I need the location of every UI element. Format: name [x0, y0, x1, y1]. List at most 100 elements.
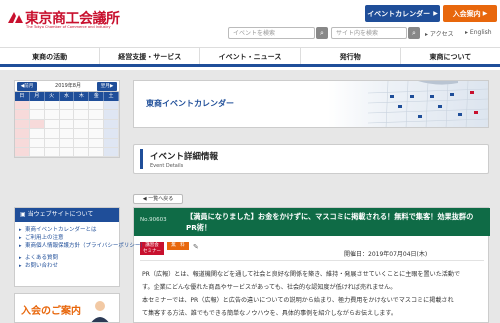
calendar-day[interactable]: [29, 138, 45, 148]
event-description: PR（広報）とは、報道機関などを通して社会と良好な関係を築き、維持・発展させてい…: [142, 268, 486, 320]
calendar-day[interactable]: [74, 101, 90, 111]
calendar-day[interactable]: [59, 147, 75, 158]
calendar-day[interactable]: [29, 147, 45, 158]
back-to-list-button[interactable]: ◀ 一覧へ戻る: [133, 194, 183, 204]
calendar-day[interactable]: [89, 119, 105, 130]
calendar-photo-image: [328, 81, 488, 127]
nav-item-activities[interactable]: 東商の活動: [0, 48, 101, 64]
calendar-day[interactable]: [44, 110, 60, 120]
calendar-prev-label: 前月: [24, 84, 34, 89]
calendar-day[interactable]: [74, 110, 90, 120]
calendar-next-button[interactable]: 翌月▶: [97, 82, 117, 91]
calendar-day[interactable]: [59, 129, 75, 139]
calendar-day[interactable]: [29, 101, 45, 111]
event-title: 【満員になりました】お金をかけずに、マスコミに掲載される！無料で集客！効果抜群の…: [186, 212, 474, 232]
sidebar-link-faq[interactable]: よくある質問: [19, 254, 115, 262]
sidebar-link-about-calendar[interactable]: 東商イベントカレンダーとは: [19, 226, 115, 234]
event-detail: No.90603 【満員になりました】お金をかけずに、マスコミに掲載される！無料…: [133, 207, 490, 323]
calendar-day[interactable]: [74, 119, 90, 130]
calendar-day[interactable]: [89, 138, 105, 148]
event-description-line: す。企業にどんな優れた商品やサービスがあっても、社会的な認知度が低ければ売れませ…: [142, 284, 397, 291]
calendar-day[interactable]: [44, 129, 60, 139]
event-search-input[interactable]: イベントを検索: [228, 27, 315, 39]
sidebar-link-terms[interactable]: ご利用上の注意: [19, 234, 115, 242]
bookmark-icon[interactable]: ✎: [193, 243, 199, 251]
person-icon: [91, 301, 109, 322]
calendar-day[interactable]: [59, 138, 75, 148]
calendar-day[interactable]: [29, 129, 45, 139]
tag-free: 無 料: [167, 242, 189, 250]
site-info-heading-label: 当ウェブサイトについて: [27, 211, 94, 218]
nav-item-events-news[interactable]: イベント・ニュース: [200, 48, 301, 64]
calendar-day[interactable]: [15, 129, 30, 139]
calendar-day[interactable]: [44, 101, 60, 111]
english-link-label: English: [469, 29, 492, 36]
calendar-day[interactable]: [74, 129, 90, 139]
calendar-day[interactable]: [104, 147, 119, 158]
calendar-month-title: 2019年8月: [55, 83, 81, 89]
access-link[interactable]: ▸ アクセス: [425, 29, 454, 38]
english-link[interactable]: ▸ English: [465, 29, 492, 36]
calendar-prev-button[interactable]: ◀前月: [17, 82, 37, 91]
calendar-day[interactable]: [15, 138, 30, 148]
calendar-header: ◀前月 2019年8月 翌月▶: [15, 81, 119, 92]
calendar-day[interactable]: [104, 129, 119, 139]
page-title-box: イベント詳細情報 Event Details: [133, 144, 489, 174]
join-info-button[interactable]: 入会案内 ▶: [443, 5, 497, 22]
calendar-day[interactable]: [89, 147, 105, 158]
banner-title: 東商イベントカレンダー: [146, 99, 234, 108]
event-description-line: PR（広報）とは、報道機関などを通して社会と良好な関係を築き、維持・発展させてい…: [142, 271, 461, 278]
calendar-day[interactable]: [44, 119, 60, 130]
weekday-label: 水: [59, 92, 75, 101]
calendar-day[interactable]: [104, 101, 119, 111]
calendar-day[interactable]: [15, 119, 30, 130]
calendar-day[interactable]: [89, 129, 105, 139]
site-info-box: ▣ 当ウェブサイトについて 東商イベントカレンダーとは ご利用上の注意 東商個人…: [14, 207, 146, 287]
nav-item-about[interactable]: 東商について: [401, 48, 500, 64]
calendar-day[interactable]: [15, 110, 30, 120]
event-calendar-button-label: イベントカレンダー: [367, 9, 431, 18]
access-link-label: アクセス: [429, 31, 454, 38]
site-info-heading: ▣ 当ウェブサイトについて: [15, 208, 119, 222]
search-icon[interactable]: ⌕: [316, 27, 328, 39]
event-calendar-banner: 東商イベントカレンダー: [133, 80, 489, 128]
weekday-label: 月: [29, 92, 45, 101]
nav-item-publications[interactable]: 発行物: [301, 48, 401, 64]
calendar-day[interactable]: [44, 147, 60, 158]
search-icon[interactable]: ⌕: [408, 27, 420, 39]
calendar-day[interactable]: [89, 101, 105, 111]
page-subtitle: Event Details: [150, 163, 184, 169]
calendar-day[interactable]: [89, 110, 105, 120]
calendar-day[interactable]: [104, 119, 119, 130]
event-number: No.90603: [140, 217, 167, 223]
calendar-day[interactable]: [44, 138, 60, 148]
calendar-day[interactable]: [15, 101, 30, 111]
calendar-day[interactable]: [59, 110, 75, 120]
calendar-day[interactable]: [74, 138, 90, 148]
back-to-list-label: 一覧へ戻る: [148, 196, 174, 202]
calendar-day[interactable]: [74, 147, 90, 158]
calendar-next-label: 翌月: [100, 84, 110, 89]
calendar-day[interactable]: [29, 110, 45, 120]
calendar-day[interactable]: [15, 147, 30, 158]
site-search-input[interactable]: サイト内を検索: [331, 27, 407, 39]
calendar-day[interactable]: [29, 119, 45, 130]
join-banner[interactable]: 入会のご案内: [14, 293, 120, 323]
calendar-day[interactable]: [59, 119, 75, 130]
chevron-right-icon: ▶: [433, 10, 438, 17]
logo-mark-icon: [8, 12, 23, 23]
divider: [140, 260, 484, 261]
calendar-day[interactable]: [104, 110, 119, 120]
sidebar-link-privacy[interactable]: 東商個人情報保護方針（プライバシーポリシー）: [19, 242, 146, 250]
calendar-day[interactable]: [59, 101, 75, 111]
nav-item-support[interactable]: 経営支援・サービス: [100, 48, 201, 64]
event-description-line: て集客する方法、誰でもできる簡単なノウハウを、具体的事例を紹介しながらお伝えしま…: [142, 310, 397, 317]
chevron-right-icon: ▶: [482, 10, 488, 17]
weekday-label: 火: [44, 92, 60, 101]
event-calendar-button[interactable]: イベントカレンダー ▶: [365, 5, 440, 22]
weekday-label: 日: [15, 92, 30, 101]
weekday-label: 木: [74, 92, 90, 101]
site-logo[interactable]: 東京商工会議所 The Tokyo Chamber of Commerce an…: [6, 8, 120, 34]
calendar-day[interactable]: [104, 138, 119, 148]
sidebar-link-contact[interactable]: お問い合わせ: [19, 262, 115, 270]
